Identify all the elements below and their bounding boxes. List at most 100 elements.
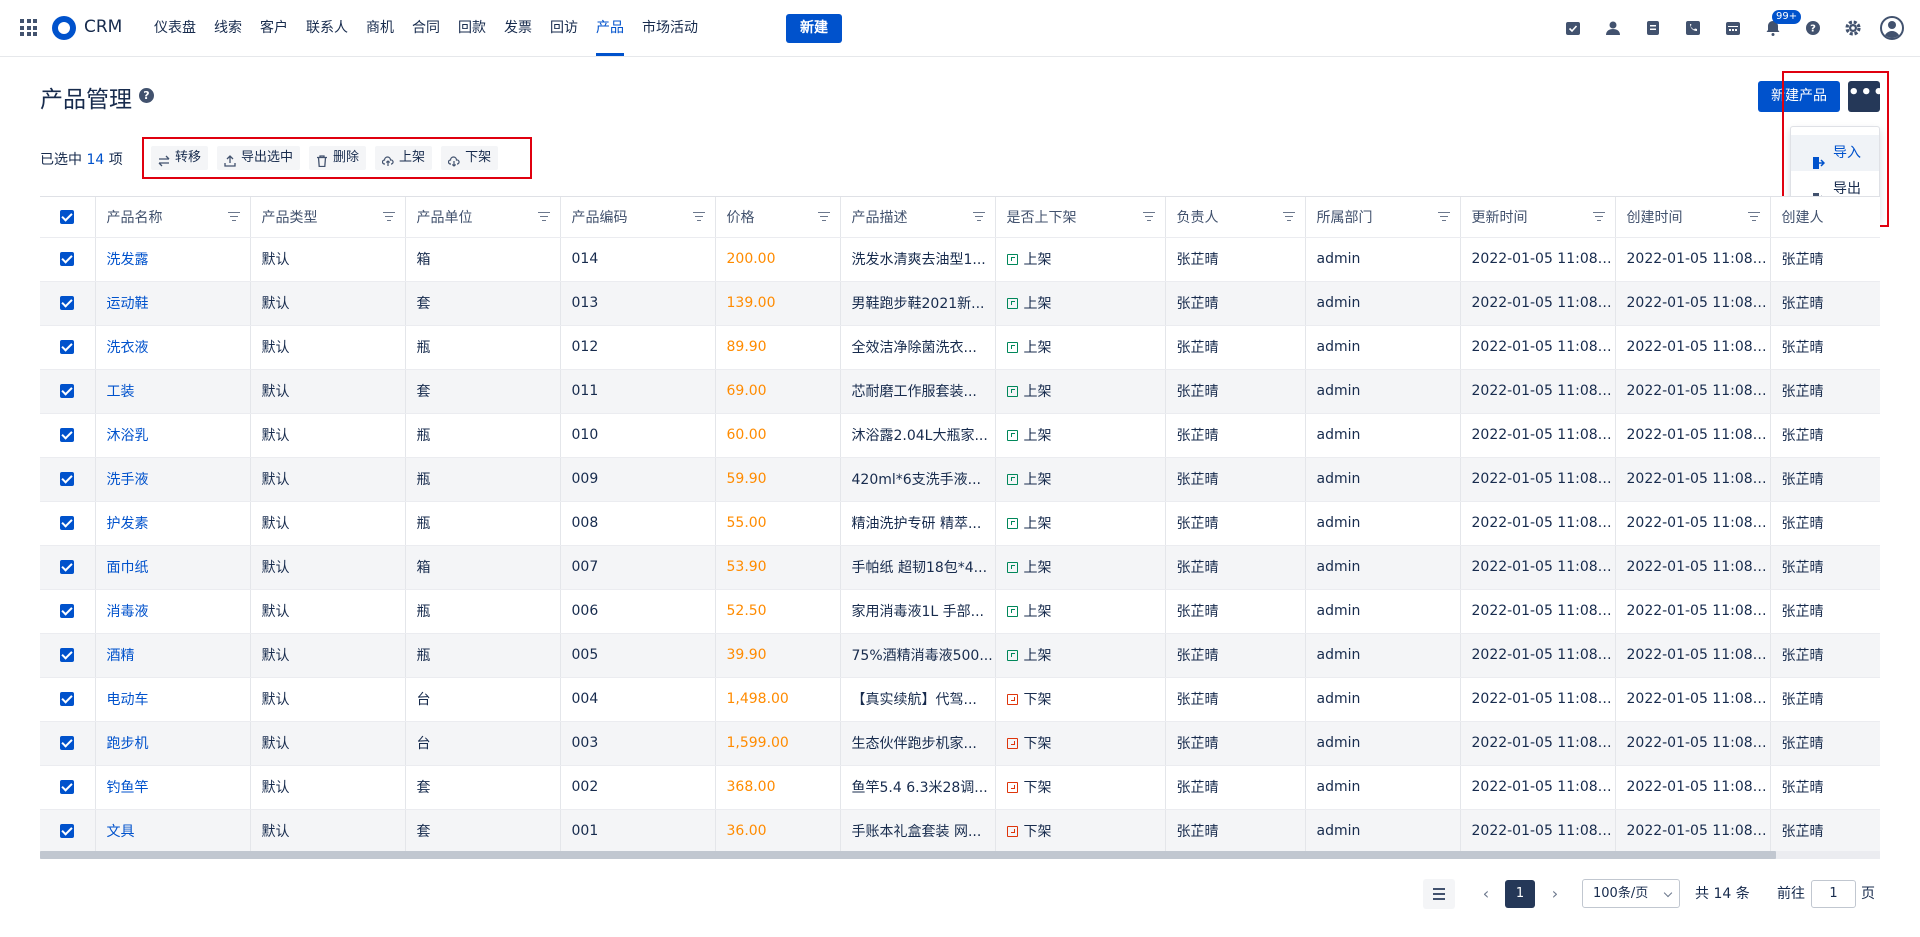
product-name-link[interactable]: 运动鞋 <box>107 296 149 312</box>
nav-new-button[interactable]: 新建 <box>786 14 842 43</box>
product-name-link[interactable]: 跑步机 <box>107 736 149 752</box>
column-header-2[interactable]: 产品单位 <box>405 197 561 238</box>
product-name-link[interactable]: 工装 <box>107 384 135 400</box>
nav-item-7[interactable]: 发票 <box>495 0 541 56</box>
product-name-link[interactable]: 洗发露 <box>107 252 149 268</box>
product-name-link[interactable]: 酒精 <box>107 648 135 664</box>
bell-icon[interactable]: 99+ <box>1764 10 1802 37</box>
row-checkbox[interactable] <box>40 545 96 590</box>
table-row[interactable]: 钓鱼竿 默认套 002 368.00 鱼竿5.4 6.3米28调... 下架 张芷晴 admi… <box>40 765 1880 810</box>
cell-product-name[interactable]: 电动车 <box>95 677 251 722</box>
filter-icon[interactable] <box>1592 212 1605 222</box>
nav-item-3[interactable]: 联系人 <box>297 0 357 56</box>
filter-icon[interactable] <box>1282 212 1295 222</box>
row-checkbox[interactable] <box>40 237 96 282</box>
goto-page-input[interactable]: 1 <box>1811 880 1856 908</box>
person-icon[interactable] <box>1604 19 1622 37</box>
nav-item-5[interactable]: 合同 <box>403 0 449 56</box>
title-help-icon[interactable]: ? <box>139 88 154 103</box>
cell-product-name[interactable]: 沐浴乳 <box>95 413 251 458</box>
product-name-link[interactable]: 面巾纸 <box>107 560 149 576</box>
pagination-menu-button[interactable] <box>1423 879 1455 909</box>
nav-item-10[interactable]: 市场活动 <box>633 0 707 56</box>
calendar-icon[interactable] <box>1724 19 1742 37</box>
table-row[interactable]: 跑步机 默认台 003 1,599.00 生态伙伴跑步机家... 下架 张芷晴 admin 20… <box>40 721 1880 766</box>
filter-icon[interactable] <box>1437 212 1450 222</box>
row-checkbox[interactable] <box>40 325 96 370</box>
row-checkbox[interactable] <box>40 633 96 678</box>
nav-item-2[interactable]: 客户 <box>251 0 297 56</box>
cell-product-name[interactable]: 跑步机 <box>95 721 251 766</box>
nav-item-0[interactable]: 仪表盘 <box>145 0 205 56</box>
row-checkbox[interactable] <box>40 413 96 458</box>
apps-grid-icon[interactable] <box>20 19 37 36</box>
cell-product-name[interactable]: 洗衣液 <box>95 325 251 370</box>
product-name-link[interactable]: 消毒液 <box>107 604 149 620</box>
select-all-checkbox[interactable] <box>40 197 96 238</box>
table-row[interactable]: 洗手液 默认瓶 009 59.90 420ml*6支洗手液... 上架 张芷晴 admin 20… <box>40 457 1880 502</box>
table-row[interactable]: 酒精 默认瓶 005 39.90 75%酒精消毒液500... 上架 张芷晴 admin 202… <box>40 633 1880 678</box>
page-size-select[interactable]: 100条/页 <box>1582 879 1680 908</box>
help-icon[interactable]: ? <box>1804 19 1822 37</box>
cell-product-name[interactable]: 洗发露 <box>95 237 251 282</box>
next-page-button[interactable]: › <box>1545 879 1565 909</box>
table-row[interactable]: 消毒液 默认瓶 006 52.50 家用消毒液1L 手部... 上架 张芷晴 admin 202… <box>40 589 1880 634</box>
shelve-on-button[interactable]: 上架 <box>375 146 433 170</box>
product-name-link[interactable]: 洗手液 <box>107 472 149 488</box>
user-avatar[interactable] <box>1880 16 1904 40</box>
column-header-1[interactable]: 产品类型 <box>250 197 406 238</box>
column-header-11[interactable]: 创建人 <box>1770 197 1880 238</box>
product-name-link[interactable]: 钓鱼竿 <box>107 780 149 796</box>
scrollbar-thumb[interactable] <box>40 851 1776 859</box>
table-row[interactable]: 文具 默认套 001 36.00 手账本礼盒套装 网... 下架 张芷晴 admin 2022-… <box>40 809 1880 854</box>
prev-page-button[interactable]: ‹ <box>1476 879 1496 909</box>
row-checkbox[interactable] <box>40 281 96 326</box>
gear-icon[interactable] <box>1844 19 1862 37</box>
row-checkbox[interactable] <box>40 369 96 414</box>
filter-icon[interactable] <box>972 212 985 222</box>
nav-item-8[interactable]: 回访 <box>541 0 587 56</box>
table-row[interactable]: 洗发露 默认箱 014 200.00 洗发水清爽去油型1... 上架 张芷晴 admin 202… <box>40 237 1880 282</box>
row-checkbox[interactable] <box>40 589 96 634</box>
column-header-10[interactable]: 创建时间 <box>1615 197 1771 238</box>
column-header-5[interactable]: 产品描述 <box>840 197 996 238</box>
cell-product-name[interactable]: 钓鱼竿 <box>95 765 251 810</box>
cell-product-name[interactable]: 洗手液 <box>95 457 251 502</box>
task-icon[interactable] <box>1564 19 1582 37</box>
nav-item-1[interactable]: 线索 <box>205 0 251 56</box>
table-row[interactable]: 面巾纸 默认箱 007 53.90 手帕纸 超韧18包*4... 上架 张芷晴 admin 20… <box>40 545 1880 590</box>
column-header-8[interactable]: 所属部门 <box>1305 197 1461 238</box>
filter-icon[interactable] <box>1142 212 1155 222</box>
row-checkbox[interactable] <box>40 765 96 810</box>
table-row[interactable]: 运动鞋 默认套 013 139.00 男鞋跑步鞋2021新... 上架 张芷晴 admin 20… <box>40 281 1880 326</box>
nav-item-6[interactable]: 回款 <box>449 0 495 56</box>
column-header-3[interactable]: 产品编码 <box>560 197 716 238</box>
row-checkbox[interactable] <box>40 677 96 722</box>
filter-icon[interactable] <box>817 212 830 222</box>
horizontal-scrollbar[interactable] <box>40 851 1880 859</box>
table-row[interactable]: 沐浴乳 默认瓶 010 60.00 沐浴露2.04L大瓶家... 上架 张芷晴 admin 20… <box>40 413 1880 458</box>
cell-product-name[interactable]: 消毒液 <box>95 589 251 634</box>
column-header-4[interactable]: 价格 <box>715 197 841 238</box>
filter-icon[interactable] <box>382 212 395 222</box>
product-name-link[interactable]: 洗衣液 <box>107 340 149 356</box>
product-name-link[interactable]: 电动车 <box>107 692 149 708</box>
cell-product-name[interactable]: 酒精 <box>95 633 251 678</box>
current-page-number[interactable]: 1 <box>1505 880 1535 908</box>
row-checkbox[interactable] <box>40 721 96 766</box>
transfer-button[interactable]: 转移 <box>151 146 209 170</box>
column-header-6[interactable]: 是否上下架 <box>995 197 1166 238</box>
delete-button[interactable]: 删除 <box>309 146 367 170</box>
table-row[interactable]: 洗衣液 默认瓶 012 89.90 全效洁净除菌洗衣... 上架 张芷晴 admin 2022-… <box>40 325 1880 370</box>
column-header-9[interactable]: 更新时间 <box>1460 197 1616 238</box>
table-row[interactable]: 工装 默认套 011 69.00 芯耐磨工作服套装... 上架 张芷晴 admin 2022-0… <box>40 369 1880 414</box>
cell-product-name[interactable]: 文具 <box>95 809 251 854</box>
filter-icon[interactable] <box>1747 212 1760 222</box>
row-checkbox[interactable] <box>40 501 96 546</box>
cell-product-name[interactable]: 面巾纸 <box>95 545 251 590</box>
cell-product-name[interactable]: 护发素 <box>95 501 251 546</box>
cell-product-name[interactable]: 运动鞋 <box>95 281 251 326</box>
product-name-link[interactable]: 文具 <box>107 824 135 840</box>
filter-icon[interactable] <box>692 212 705 222</box>
table-row[interactable]: 电动车 默认台 004 1,498.00 【真实续航】代驾... 下架 张芷晴 admin 20… <box>40 677 1880 722</box>
